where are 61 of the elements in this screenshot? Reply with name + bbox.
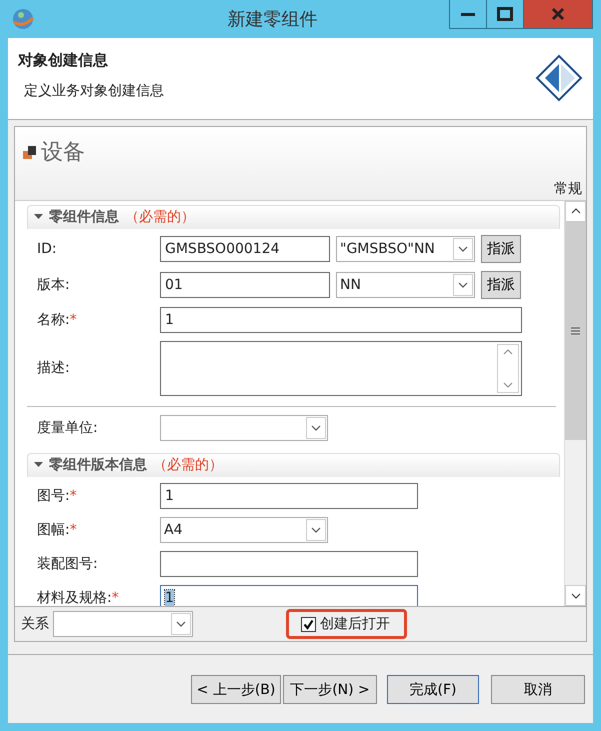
chevron-down-icon bbox=[458, 246, 468, 252]
minimize-icon bbox=[461, 12, 475, 16]
field-label: 描述: bbox=[37, 359, 71, 378]
close-icon bbox=[551, 7, 565, 21]
maximize-icon bbox=[497, 7, 513, 21]
checkmark-icon bbox=[303, 618, 314, 630]
window-title: 新建零组件 bbox=[226, 8, 318, 31]
triangle-down-icon[interactable] bbox=[34, 214, 43, 220]
section-title: 零组件信息 bbox=[49, 208, 119, 226]
field-label: 名称:* bbox=[37, 310, 78, 329]
grip-icon bbox=[571, 326, 580, 335]
text-field[interactable]: GMSBSO000124 bbox=[160, 236, 330, 262]
object-type-title: 设备 bbox=[41, 139, 85, 167]
scroll-up-button[interactable] bbox=[565, 200, 586, 222]
field-label: 图号:* bbox=[37, 486, 78, 505]
chevron-up-icon[interactable] bbox=[503, 348, 513, 355]
checkbox[interactable] bbox=[301, 616, 316, 632]
text-field[interactable]: 1 bbox=[160, 482, 418, 509]
text-field[interactable]: 1 bbox=[160, 306, 522, 333]
field-label: 度量单位: bbox=[37, 418, 99, 437]
device-icon bbox=[21, 143, 39, 161]
pattern-dropdown[interactable]: NN bbox=[336, 272, 475, 298]
chevron-down-icon[interactable] bbox=[503, 382, 513, 388]
wizard-button[interactable]: < 上一步(B) bbox=[191, 675, 281, 704]
scroll-down-button[interactable] bbox=[565, 585, 586, 606]
chevron-down-icon bbox=[311, 526, 321, 533]
relation-label: 关系 bbox=[21, 615, 49, 634]
text-field[interactable]: 01 bbox=[160, 272, 330, 298]
field-label: ID: bbox=[37, 240, 58, 257]
close-button[interactable] bbox=[524, 0, 592, 28]
checkbox-label[interactable]: 创建后打开 bbox=[320, 615, 390, 634]
required-note: （必需的） bbox=[125, 208, 195, 226]
assign-button[interactable]: 指派 bbox=[481, 270, 521, 299]
field-label: 材料及规格:* bbox=[37, 588, 120, 606]
field-label: 图幅:* bbox=[37, 520, 78, 539]
assign-button[interactable]: 指派 bbox=[481, 234, 521, 263]
chevron-down-icon bbox=[176, 621, 186, 628]
dropdown-field[interactable] bbox=[160, 414, 328, 441]
general-tab[interactable]: 常规 bbox=[554, 180, 582, 198]
dropdown-field[interactable]: A4 bbox=[160, 516, 328, 543]
triangle-down-icon[interactable] bbox=[34, 462, 43, 468]
page-title: 对象创建信息 bbox=[18, 51, 109, 70]
chevron-down-icon bbox=[311, 424, 321, 431]
section-header[interactable]: 零组件信息 （必需的） bbox=[27, 204, 560, 229]
pattern-dropdown[interactable]: "GMSBSO"NN bbox=[336, 236, 475, 262]
scrollbar-thumb[interactable] bbox=[565, 222, 586, 440]
chevron-up-icon bbox=[570, 208, 580, 214]
field-label: 装配图号: bbox=[37, 554, 99, 573]
wizard-button[interactable]: 取消 bbox=[491, 675, 585, 704]
chevron-down-icon bbox=[570, 592, 580, 599]
text-field[interactable]: 1 bbox=[160, 584, 418, 606]
description-field[interactable] bbox=[160, 340, 522, 396]
chevron-down-icon bbox=[458, 282, 468, 288]
section-header[interactable]: 零组件版本信息 （必需的） bbox=[27, 452, 560, 477]
page-description: 定义业务对象创建信息 bbox=[24, 82, 164, 100]
field-label: 版本: bbox=[37, 276, 71, 294]
wizard-button[interactable]: 下一步(N) > bbox=[283, 675, 377, 704]
text-field[interactable] bbox=[160, 550, 418, 577]
section-title: 零组件版本信息 bbox=[49, 456, 147, 474]
wizard-button[interactable]: 完成(F) bbox=[387, 675, 479, 704]
required-note: （必需的） bbox=[153, 456, 223, 474]
